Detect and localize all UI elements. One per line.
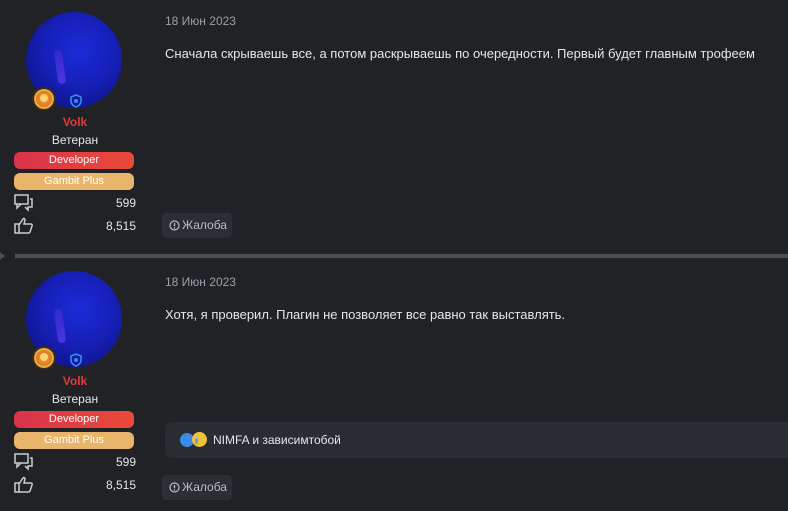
- post-text: Сначала скрываешь все, а потом раскрывае…: [165, 46, 755, 61]
- user-title: Ветеран: [51, 133, 99, 147]
- messages-count: 599: [115, 196, 136, 210]
- messages-count: 599: [115, 455, 136, 469]
- reactions-stat: 8,515: [14, 217, 136, 235]
- messages-stat: 599: [14, 194, 136, 212]
- reactions-count: 8,515: [105, 219, 136, 233]
- shield-icon[interactable]: [69, 353, 83, 367]
- cry-reaction-icon: [192, 432, 207, 447]
- user-title: Ветеран: [51, 392, 99, 406]
- post: Volk Ветеран Developer Gambit Plus 599 8…: [0, 0, 788, 253]
- thumbs-up-icon: [14, 217, 33, 234]
- post-date[interactable]: 18 Июн 2023: [165, 275, 236, 289]
- info-circle-icon: [169, 482, 180, 493]
- post: Volk Ветеран Developer Gambit Plus 599 8…: [0, 259, 788, 511]
- award-badge-icon[interactable]: [32, 346, 56, 370]
- report-label: Жалоба: [182, 480, 227, 494]
- thumbs-up-icon: [14, 476, 33, 493]
- username[interactable]: Volk: [14, 374, 136, 388]
- gambit-plus-banner: Gambit Plus: [14, 173, 134, 190]
- developer-banner: Developer: [14, 411, 134, 428]
- messages-icon: [14, 194, 33, 212]
- award-badge-icon[interactable]: [32, 87, 56, 111]
- post-date[interactable]: 18 Июн 2023: [165, 14, 236, 28]
- post-text: Хотя, я проверил. Плагин не позволяет вс…: [165, 307, 566, 322]
- report-button[interactable]: Жалоба: [162, 475, 232, 500]
- reactions-stat: 8,515: [14, 476, 136, 494]
- username[interactable]: Volk: [14, 115, 136, 129]
- info-circle-icon: [169, 220, 180, 231]
- messages-icon: [14, 453, 33, 471]
- messages-stat: 599: [14, 453, 136, 471]
- reactions-list[interactable]: NIMFA и зависимтобой: [213, 433, 341, 447]
- reactions-bar[interactable]: NIMFA и зависимтобой: [165, 422, 788, 458]
- gambit-plus-banner: Gambit Plus: [14, 432, 134, 449]
- shield-icon[interactable]: [69, 94, 83, 108]
- post-divider: [15, 254, 788, 258]
- report-label: Жалоба: [182, 218, 227, 232]
- reactions-count: 8,515: [105, 478, 136, 492]
- developer-banner: Developer: [14, 152, 134, 169]
- report-button[interactable]: Жалоба: [162, 213, 232, 238]
